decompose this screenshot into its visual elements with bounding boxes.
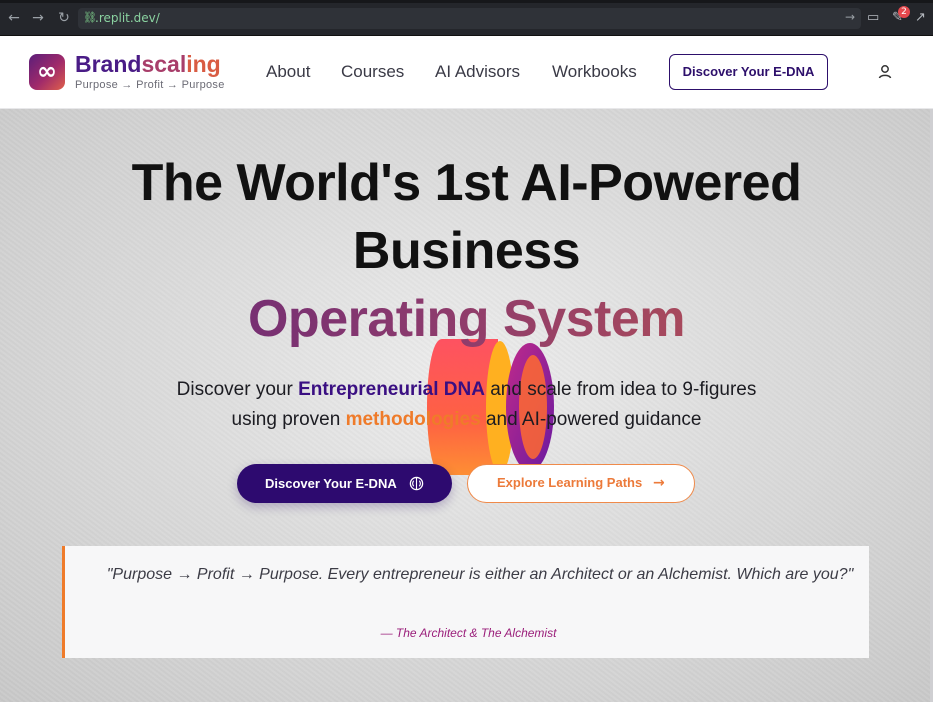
back-icon[interactable]: ← xyxy=(6,10,22,26)
monitor-icon[interactable]: ▭ xyxy=(867,10,879,25)
brain-icon xyxy=(409,476,424,491)
address-url[interactable]: .replit.dev/ xyxy=(95,11,160,25)
hero-subtitle-line2: using proven methodologies and AI-powere… xyxy=(0,409,933,431)
decorative-3d-shape xyxy=(427,339,554,475)
arrow-right-icon: → xyxy=(653,475,665,491)
hero-title-line2: Business xyxy=(352,222,581,280)
hero-section: The World's 1st AI-Powered Business Oper… xyxy=(0,109,933,702)
open-external-icon[interactable]: ↗ xyxy=(915,10,926,25)
user-icon[interactable] xyxy=(876,63,894,81)
reload-icon[interactable]: ↻ xyxy=(56,10,72,26)
subtitle-highlight: methodologies xyxy=(345,409,481,430)
subtitle-text: Discover your xyxy=(176,379,299,400)
hero-subtitle-line1: Discover your Entrepreneurial DNA and sc… xyxy=(0,379,933,401)
brand-name-part: Brand xyxy=(75,51,142,77)
nav-ai-advisors[interactable]: AI Advisors xyxy=(435,62,520,82)
quote-text: "Purpose → Profit → Purpose. Every entre… xyxy=(106,566,854,583)
quote-author: — The Architect & The Alchemist xyxy=(380,626,557,640)
hero-title-line1: The World's 1st AI-Powered xyxy=(131,154,802,212)
notification-badge: 2 xyxy=(898,6,910,18)
brand-name-part: scal xyxy=(141,51,187,77)
site-header: ∞ Brandscaling Purpose → Profit → Purpos… xyxy=(0,36,933,109)
logo-icon[interactable]: ∞ xyxy=(29,54,65,90)
browser-toolbar: ← → ↻ ⛓ .replit.dev/ → ▭ ✎ 2 ↗ xyxy=(0,0,933,36)
brand-tagline: Purpose → Profit → Purpose xyxy=(75,79,225,91)
subtitle-text: and scale from idea to 9-figures xyxy=(484,379,757,400)
go-arrow-icon[interactable]: → xyxy=(845,10,855,24)
subtitle-text: using proven xyxy=(231,409,346,430)
brand-name-part: ing xyxy=(186,51,221,77)
discover-edna-button[interactable]: Discover Your E-DNA xyxy=(237,464,452,503)
discover-edna-header-button[interactable]: Discover Your E-DNA xyxy=(669,54,828,90)
nav-courses[interactable]: Courses xyxy=(341,62,404,82)
quote-card: "Purpose → Profit → Purpose. Every entre… xyxy=(62,546,869,658)
nav-about[interactable]: About xyxy=(266,62,310,82)
explore-learning-paths-label: Explore Learning Paths xyxy=(497,475,643,490)
subtitle-highlight: Entrepreneurial DNA xyxy=(298,379,485,400)
nav-workbooks[interactable]: Workbooks xyxy=(552,62,637,82)
brand-name[interactable]: Brandscaling xyxy=(75,51,221,78)
discover-edna-label: Discover Your E-DNA xyxy=(265,476,397,491)
forward-icon[interactable]: → xyxy=(30,10,46,26)
address-bar[interactable]: ⛓ .replit.dev/ → xyxy=(78,8,861,29)
hero-title-line3: Operating System xyxy=(0,289,933,349)
tab-strip xyxy=(0,0,933,3)
explore-learning-paths-button[interactable]: Explore Learning Paths → xyxy=(467,464,695,503)
subtitle-text: and AI-powered guidance xyxy=(480,409,702,430)
